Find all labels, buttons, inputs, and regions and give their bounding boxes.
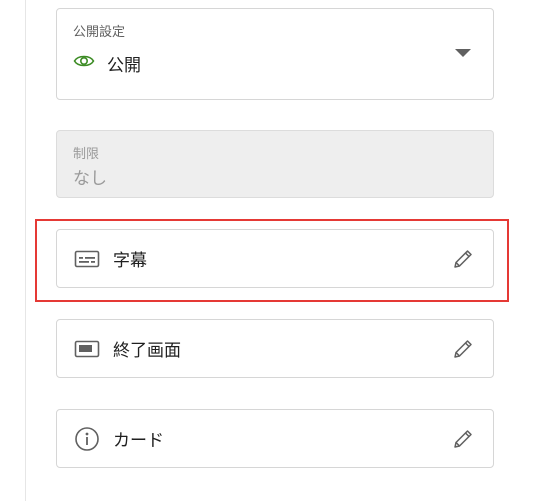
visibility-value: 公開 — [107, 56, 141, 75]
restriction-value: なし — [73, 169, 107, 188]
dropdown-arrow-icon[interactable] — [455, 49, 471, 57]
restriction-field: 制限 なし — [56, 130, 494, 198]
cards-label: カード — [113, 431, 164, 450]
end-screen-row[interactable]: 終了画面 — [56, 319, 494, 378]
pencil-icon[interactable] — [449, 425, 477, 453]
end-screen-label: 終了画面 — [113, 341, 181, 360]
visibility-dropdown[interactable]: 公開設定 公開 — [56, 8, 494, 100]
cards-row[interactable]: カード — [56, 409, 494, 468]
restriction-label: 制限 — [73, 146, 100, 161]
subtitles-label: 字幕 — [113, 251, 147, 270]
visibility-label: 公開設定 — [73, 24, 126, 39]
eye-icon — [73, 53, 95, 74]
pencil-icon[interactable] — [449, 335, 477, 363]
info-icon — [73, 425, 101, 453]
visibility-value-row: 公開 — [73, 51, 141, 76]
subtitles-icon — [73, 245, 101, 273]
left-divider — [25, 0, 26, 501]
pencil-icon[interactable] — [449, 245, 477, 273]
subtitles-row[interactable]: 字幕 — [56, 229, 494, 288]
end-screen-icon — [73, 335, 101, 363]
